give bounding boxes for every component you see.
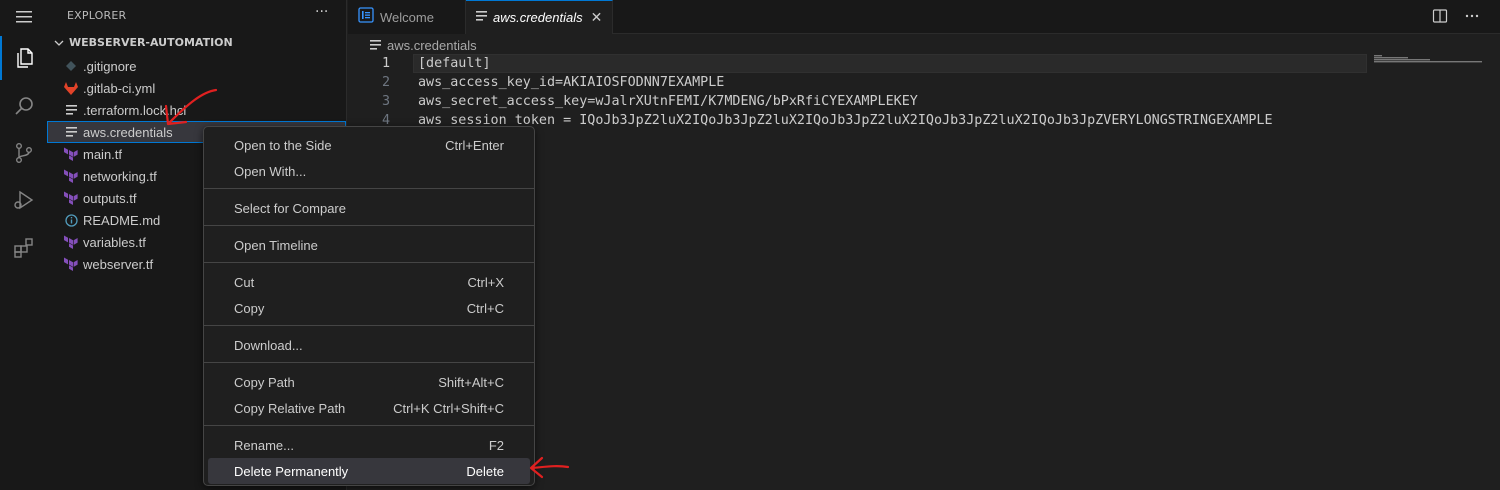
folder-header[interactable]: WEBSERVER-AUTOMATION xyxy=(53,36,233,49)
activity-bar xyxy=(0,0,47,490)
menu-item-label: Rename... xyxy=(234,437,294,453)
menu-separator xyxy=(204,225,534,226)
terraform-icon xyxy=(63,168,79,184)
menu-item-copy[interactable]: Copy Ctrl+C xyxy=(208,295,530,321)
menu-item-shortcut: Ctrl+X xyxy=(467,274,504,290)
breadcrumb-file: aws.credentials xyxy=(387,37,477,53)
code-text: aws_secret_access_key=wJalrXUtnFEMI/K7MD… xyxy=(418,94,918,109)
editor-tab-bar: Welcome aws.credentials ✕ xyxy=(348,0,1500,34)
terraform-icon xyxy=(63,234,79,250)
lines-file-icon xyxy=(476,10,487,25)
menu-item-open-with[interactable]: Open With... xyxy=(208,158,530,184)
source-control-icon[interactable] xyxy=(0,131,47,175)
gitlab-icon xyxy=(63,80,79,96)
menu-item-rename[interactable]: Rename... F2 xyxy=(208,432,530,458)
tree-item-gitignore[interactable]: .gitignore xyxy=(47,55,346,77)
menu-item-shortcut: Delete xyxy=(466,463,504,479)
menu-item-shortcut: Ctrl+Enter xyxy=(445,137,504,153)
menu-item-label: Copy Path xyxy=(234,374,295,390)
tab-aws-credentials[interactable]: aws.credentials ✕ xyxy=(466,0,613,34)
tree-item-label: README.md xyxy=(83,212,161,228)
code-line: 1 [default] xyxy=(348,54,1368,73)
tree-item-label: variables.tf xyxy=(83,234,146,250)
code-text: aws_access_key_id=AKIAIOSFODNN7EXAMPLE xyxy=(418,75,725,90)
annotation-arrow xyxy=(529,456,570,479)
explorer-icon[interactable] xyxy=(0,36,47,80)
tree-item-label: .gitignore xyxy=(83,58,137,74)
menu-item-label: Select for Compare xyxy=(234,200,346,216)
menu-separator xyxy=(204,325,534,326)
tree-item-label: webserver.tf xyxy=(83,256,154,272)
breadcrumb[interactable]: aws.credentials xyxy=(348,35,477,55)
menu-item-label: Copy xyxy=(234,300,265,316)
explorer-title: EXPLORER xyxy=(67,9,127,22)
code-text: aws_session_token = IQoJb3JpZ2luX2IQoJb3… xyxy=(418,113,1273,128)
menu-item-open-to-side[interactable]: Open to the Side Ctrl+Enter xyxy=(208,132,530,158)
search-icon[interactable] xyxy=(0,84,47,128)
menu-item-label: Delete Permanently xyxy=(234,463,349,479)
code-line: 3 aws_secret_access_key=wJalrXUtnFEMI/K7… xyxy=(348,92,1368,111)
menu-separator xyxy=(204,425,534,426)
menu-item-select-for-compare[interactable]: Select for Compare xyxy=(208,195,530,221)
menu-item-shortcut: Shift+Alt+C xyxy=(438,374,504,390)
split-editor-icon[interactable] xyxy=(1432,8,1448,28)
code-line: 2 aws_access_key_id=AKIAIOSFODNN7EXAMPLE xyxy=(348,73,1368,92)
welcome-icon xyxy=(358,7,374,27)
menu-item-label: Cut xyxy=(234,274,255,290)
menu-item-label: Copy Relative Path xyxy=(234,400,346,416)
menu-separator xyxy=(204,362,534,363)
close-icon[interactable]: ✕ xyxy=(591,10,603,26)
info-icon xyxy=(63,212,79,228)
run-debug-icon[interactable] xyxy=(0,178,47,222)
menu-separator xyxy=(204,188,534,189)
extensions-icon[interactable] xyxy=(0,226,47,270)
menu-item-label: Open to the Side xyxy=(234,137,332,153)
annotation-arrow xyxy=(164,88,218,126)
minimap[interactable] xyxy=(1372,54,1492,74)
tab-label: aws.credentials xyxy=(493,10,583,25)
menu-item-shortcut: F2 xyxy=(488,437,504,453)
lines-file-icon xyxy=(370,40,381,50)
more-actions-icon[interactable]: ··· xyxy=(315,4,328,20)
code-text: [default] xyxy=(418,56,491,71)
menu-item-copy-path[interactable]: Copy Path Shift+Alt+C xyxy=(208,369,530,395)
menu-item-download[interactable]: Download... xyxy=(208,332,530,358)
editor-actions xyxy=(1432,8,1480,28)
menu-item-copy-relative-path[interactable]: Copy Relative Path Ctrl+K Ctrl+Shift+C xyxy=(208,395,530,421)
menu-separator xyxy=(204,262,534,263)
tab-label: Welcome xyxy=(380,9,434,25)
current-line-highlight xyxy=(413,54,1367,73)
tree-item-label: outputs.tf xyxy=(83,190,137,206)
lines-file-icon xyxy=(63,124,79,140)
menu-item-shortcut: Ctrl+C xyxy=(466,300,504,316)
more-actions-icon[interactable] xyxy=(1464,8,1480,28)
menu-item-shortcut: Ctrl+K Ctrl+Shift+C xyxy=(393,400,504,416)
menu-item-open-timeline[interactable]: Open Timeline xyxy=(208,232,530,258)
folder-name: WEBSERVER-AUTOMATION xyxy=(69,36,233,49)
line-number: 3 xyxy=(381,94,390,109)
terraform-icon xyxy=(63,190,79,206)
menu-item-cut[interactable]: Cut Ctrl+X xyxy=(208,269,530,295)
tree-item-label: main.tf xyxy=(83,146,123,162)
menu-icon[interactable] xyxy=(0,0,47,34)
terraform-icon xyxy=(63,256,79,272)
menu-item-delete-permanently[interactable]: Delete Permanently Delete xyxy=(208,458,530,484)
tree-item-label: .gitlab-ci.yml xyxy=(83,80,156,96)
terraform-icon xyxy=(63,146,79,162)
gitignore-icon xyxy=(63,58,79,74)
tree-item-label: networking.tf xyxy=(83,168,157,184)
line-number: 1 xyxy=(381,56,390,71)
line-number: 2 xyxy=(381,75,390,90)
tab-welcome[interactable]: Welcome xyxy=(348,0,466,34)
context-menu: Open to the Side Ctrl+Enter Open With...… xyxy=(203,126,535,486)
menu-item-label: Open With... xyxy=(234,163,307,179)
chevron-down-icon xyxy=(54,40,64,46)
lines-file-icon xyxy=(63,102,79,118)
menu-item-label: Download... xyxy=(234,337,303,353)
menu-item-label: Open Timeline xyxy=(234,237,318,253)
